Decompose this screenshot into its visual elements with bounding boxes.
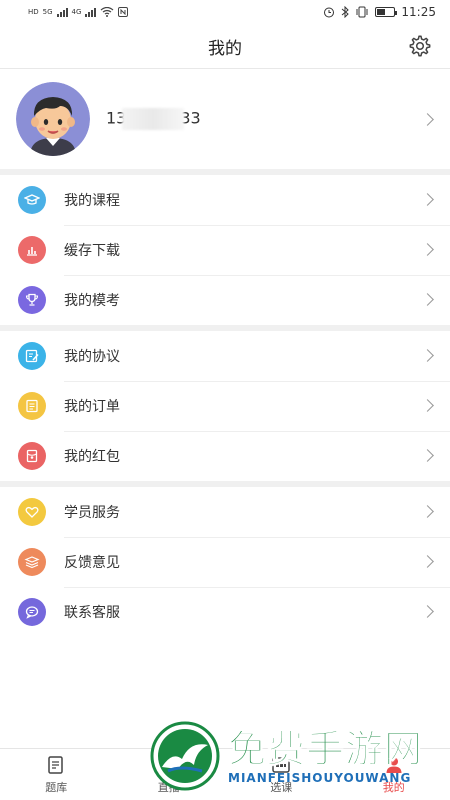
phone-mask: [122, 108, 185, 130]
signal-icon: [85, 7, 97, 17]
menu-item-my-agreement[interactable]: 我的协议: [0, 331, 450, 381]
menu-item-feedback[interactable]: 反馈意见: [0, 537, 450, 587]
list-document-icon: [18, 392, 46, 420]
gear-icon[interactable]: [408, 34, 432, 58]
menu-item-cache-download[interactable]: 缓存下载: [0, 225, 450, 275]
tab-label: 直播: [157, 781, 180, 794]
menu-group-1: 我的课程 缓存下载 我的模考: [0, 175, 450, 325]
tab-label: 选课: [270, 781, 293, 794]
bottom-tab-bar: 题库 直播 选课 我的: [0, 748, 450, 800]
chevron-right-icon: [421, 555, 434, 568]
menu-label: 我的协议: [64, 349, 120, 365]
course-select-icon: [272, 757, 290, 773]
menu-label: 反馈意见: [64, 555, 120, 571]
tab-label: 题库: [45, 781, 68, 794]
chevron-right-icon: [421, 193, 434, 206]
red-packet-icon: [18, 442, 46, 470]
status-time: 11:25: [401, 5, 436, 19]
menu-item-contact-service[interactable]: 联系客服: [0, 587, 450, 637]
menu-label: 缓存下载: [64, 243, 120, 259]
chevron-right-icon: [421, 293, 434, 306]
chevron-right-icon: [421, 605, 434, 618]
menu-group-2: 我的协议 我的订单 我的红包: [0, 331, 450, 481]
chevron-right-icon: [421, 349, 434, 362]
tab-course-select[interactable]: 选课: [225, 749, 338, 800]
status-right: 11:25: [323, 5, 436, 19]
bar-chart-icon: [18, 236, 46, 264]
network-label: HD: [28, 8, 39, 16]
nav-bar: 我的: [0, 24, 450, 68]
menu-item-my-red-packet[interactable]: 我的红包: [0, 431, 450, 481]
network-indicators: HD 5G 4G: [28, 7, 129, 17]
menu-label: 我的红包: [64, 449, 120, 465]
menu-label: 学员服务: [64, 505, 120, 521]
signal-1-label: 5G: [42, 8, 53, 16]
live-icon: [160, 758, 178, 772]
alarm-icon: [324, 7, 335, 18]
tab-live[interactable]: 直播: [113, 749, 226, 800]
chevron-right-icon: [421, 113, 434, 126]
menu-group-3: 学员服务 反馈意见 联系客服: [0, 487, 450, 637]
profile-icon: [386, 757, 402, 773]
chevron-right-icon: [421, 505, 434, 518]
menu-label: 联系客服: [64, 605, 120, 621]
menu-label: 我的模考: [64, 293, 120, 309]
wifi-icon: [101, 7, 114, 17]
menu-label: 我的订单: [64, 399, 120, 415]
chat-bubble-icon: [18, 598, 46, 626]
chevron-right-icon: [421, 449, 434, 462]
avatar[interactable]: [16, 82, 90, 156]
nfc-icon: [118, 7, 129, 17]
tab-question-bank[interactable]: 题库: [0, 749, 113, 800]
vibrate-icon: [356, 6, 368, 18]
question-bank-icon: [48, 756, 63, 774]
battery-icon: [375, 7, 398, 17]
menu-item-my-orders[interactable]: 我的订单: [0, 381, 450, 431]
bluetooth-icon: [342, 6, 350, 18]
profile-card[interactable]: 13 33: [0, 69, 450, 169]
menu-item-my-courses[interactable]: 我的课程: [0, 175, 450, 225]
phone-number: 13 33: [106, 108, 201, 130]
graduation-cap-icon: [18, 186, 46, 214]
edit-document-icon: [18, 342, 46, 370]
page-title: 我的: [208, 38, 242, 59]
trophy-icon: [18, 286, 46, 314]
menu-item-student-service[interactable]: 学员服务: [0, 487, 450, 537]
menu-item-my-mock-exam[interactable]: 我的模考: [0, 275, 450, 325]
stack-icon: [18, 548, 46, 576]
status-bar: HD 5G 4G 11:25: [0, 0, 450, 24]
tab-label: 我的: [382, 781, 405, 794]
chevron-right-icon: [421, 399, 434, 412]
menu-label: 我的课程: [64, 193, 120, 209]
signal-2-label: 4G: [71, 8, 82, 16]
tab-mine[interactable]: 我的: [338, 749, 450, 800]
chevron-right-icon: [421, 243, 434, 256]
signal-icon: [56, 7, 68, 17]
heart-icon: [18, 498, 46, 526]
